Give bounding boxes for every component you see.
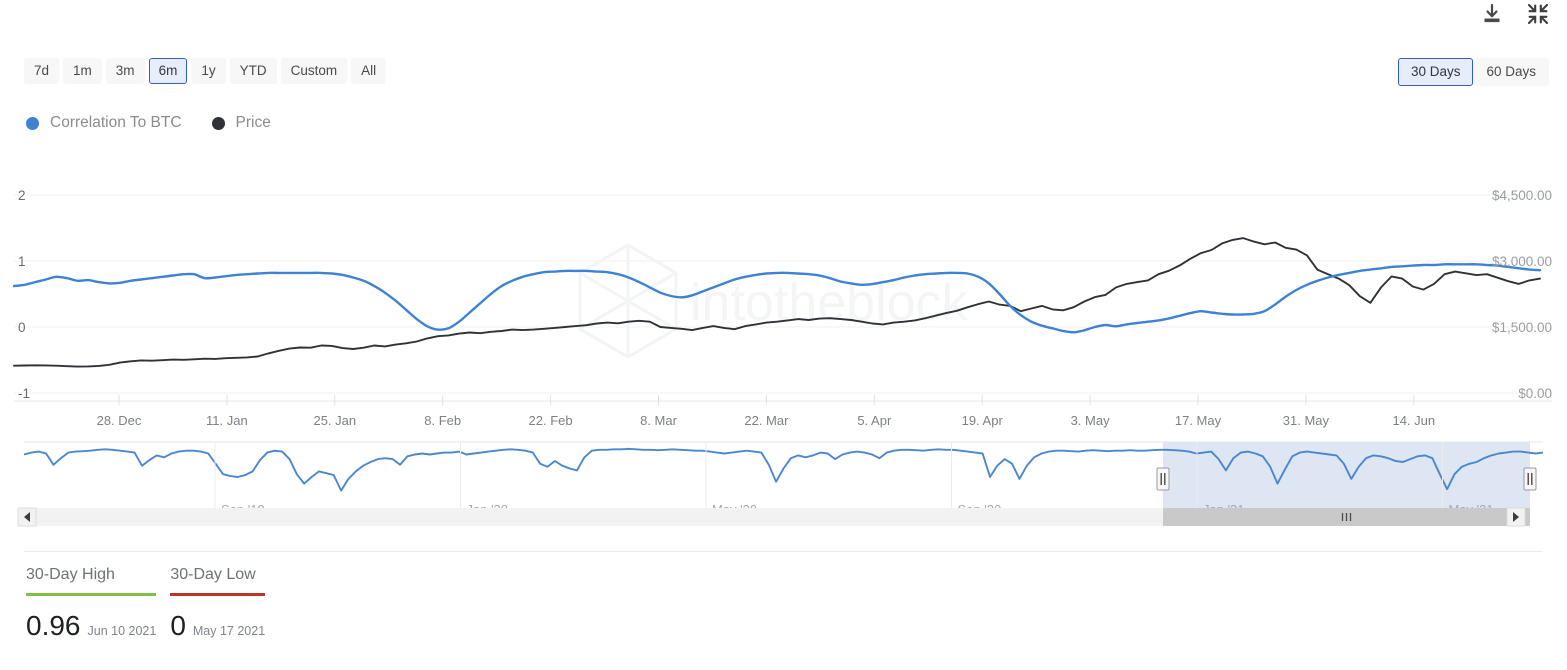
- stat-card: 30-Day Low 0 May 17 2021: [170, 566, 266, 640]
- right-axis-tick-label: $4,500.00: [1492, 188, 1552, 203]
- stat-date: May 17 2021: [192, 624, 266, 638]
- chart-navigator[interactable]: Sep '19Jan '20May '20Sep '20Jan '21May '…: [0, 428, 1567, 532]
- x-axis-tick-label: 3. May: [1071, 413, 1111, 428]
- range-button-custom[interactable]: Custom: [280, 58, 348, 84]
- window-selector: 30 Days 60 Days: [1397, 58, 1549, 86]
- stat-value: 0.96: [26, 610, 81, 641]
- x-axis-tick-label: 8. Mar: [640, 413, 678, 428]
- stat-title: 30-Day Low: [170, 566, 256, 583]
- window-button-60-days[interactable]: 60 Days: [1473, 58, 1549, 86]
- main-chart: intotheblock 2 1 0 -1 $4,500.00 $3,000.00 $1,50…: [0, 170, 1567, 430]
- range-button-7d[interactable]: 7d: [24, 58, 60, 84]
- range-button-1y[interactable]: 1y: [191, 58, 226, 84]
- legend-label: Price: [235, 114, 271, 131]
- scroll-left-arrow-icon[interactable]: [17, 507, 37, 527]
- range-button-6m[interactable]: 6m: [148, 58, 188, 84]
- left-axis-tick-label: 2: [18, 188, 26, 203]
- chart-controls-row: 7d 1m 3m 6m 1y YTD Custom All 30 Days 60 Days: [24, 58, 1549, 90]
- download-icon[interactable]: [1481, 3, 1503, 25]
- intotheblock-logo-icon: [578, 243, 678, 359]
- watermark-text: intotheblock: [690, 274, 969, 332]
- range-button-ytd[interactable]: YTD: [229, 58, 277, 84]
- x-axis-tick-label: 22. Feb: [529, 413, 573, 428]
- x-axis-tick-label: 22. Mar: [744, 413, 789, 428]
- collapse-icon[interactable]: [1527, 3, 1549, 25]
- left-axis-tick-label: 0: [18, 320, 26, 335]
- range-button-3m[interactable]: 3m: [105, 58, 145, 84]
- stat-underline: [170, 593, 266, 596]
- window-button-30-days[interactable]: 30 Days: [1397, 58, 1474, 86]
- right-axis-tick-label: $0.00: [1518, 386, 1552, 401]
- scroll-right-arrow-icon[interactable]: [1506, 507, 1526, 527]
- x-axis-tick-label: 14. Jun: [1392, 413, 1435, 428]
- stats-row: 30-Day High 0.96 Jun 10 2021 30-Day Low 0 May…: [26, 566, 279, 640]
- stat-value: 0: [170, 610, 186, 641]
- x-axis-tick-label: 8. Feb: [424, 413, 461, 428]
- section-divider: [24, 551, 1543, 552]
- left-axis-tick-label: -1: [18, 386, 30, 401]
- x-axis-tick-label: 5. Apr: [857, 413, 892, 428]
- legend-label: Correlation To BTC: [50, 114, 182, 131]
- right-axis-tick-label: $1,500.00: [1492, 320, 1552, 335]
- correlation-to-btc-chart-widget: 7d 1m 3m 6m 1y YTD Custom All 30 Days 60 Days Co…: [0, 0, 1567, 670]
- range-button-1m[interactable]: 1m: [63, 58, 102, 84]
- x-axis-tick-label: 28. Dec: [97, 413, 142, 428]
- widget-toolbar: [1481, 0, 1549, 28]
- legend-item-correlation-to-btc[interactable]: Correlation To BTC: [26, 114, 182, 132]
- left-axis-tick-label: 1: [18, 254, 26, 269]
- range-handle-left-icon[interactable]: [1156, 467, 1170, 491]
- range-selector: 7d 1m 3m 6m 1y YTD Custom All: [24, 58, 387, 84]
- range-handle-right-icon[interactable]: [1523, 467, 1537, 491]
- legend-circle-icon: [211, 116, 225, 130]
- x-axis-tick-label: 19. Apr: [962, 413, 1004, 428]
- x-axis-tick-label: 17. May: [1175, 413, 1222, 428]
- x-axis-tick-label: 11. Jan: [206, 413, 248, 428]
- stat-date: Jun 10 2021: [87, 624, 157, 638]
- legend-item-price[interactable]: Price: [211, 114, 271, 132]
- stat-body: 0 May 17 2021: [170, 612, 265, 640]
- stat-card: 30-Day High 0.96 Jun 10 2021: [26, 566, 157, 640]
- stat-body: 0.96 Jun 10 2021: [26, 612, 156, 640]
- stat-title: 30-Day High: [26, 566, 115, 583]
- stat-underline: [26, 593, 157, 596]
- chart-legend: Correlation To BTC Price: [26, 114, 271, 132]
- x-axis-tick-label: 25. Jan: [313, 413, 356, 428]
- legend-circle-icon: [26, 116, 39, 130]
- x-axis-tick-label: 31. May: [1283, 413, 1330, 428]
- range-button-all[interactable]: All: [351, 58, 387, 84]
- right-axis-tick-label: $3,000.00: [1492, 254, 1552, 269]
